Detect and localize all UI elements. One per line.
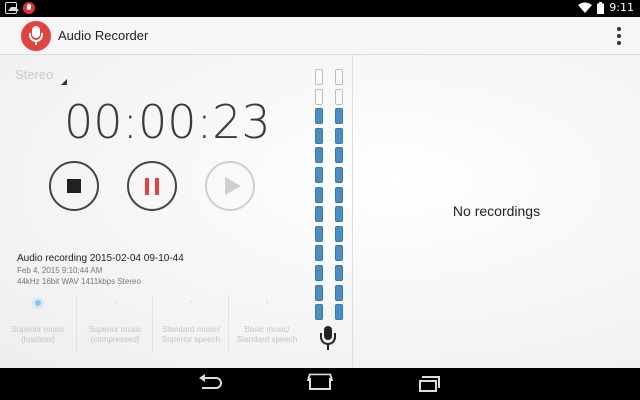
play-icon	[225, 177, 241, 195]
quality-label: Superior music	[88, 325, 142, 334]
dropdown-caret-icon[interactable]	[61, 79, 67, 85]
quality-selector: Superior music (lossless) Superior music…	[0, 295, 305, 355]
recents-icon[interactable]	[408, 372, 448, 396]
quality-option[interactable]: Standard music/ Superior speech	[152, 295, 228, 353]
quality-sublabel: (lossless)	[21, 335, 55, 344]
mode-selector[interactable]: Stereo	[15, 67, 53, 82]
recording-format: 44kHz 16bit WAV 1411kbps Stereo	[17, 277, 141, 286]
level-segment	[335, 304, 343, 321]
stop-button[interactable]	[49, 161, 99, 211]
quality-option[interactable]: Basic music/ Standard speech	[228, 295, 304, 353]
quality-sublabel: Standard speech	[236, 335, 298, 344]
home-icon[interactable]	[300, 372, 340, 396]
microphone-icon[interactable]	[319, 326, 337, 352]
status-time: 9:11	[609, 1, 634, 14]
level-segment	[315, 88, 323, 105]
level-segment	[315, 127, 323, 144]
level-segment	[315, 225, 323, 242]
level-segment	[315, 265, 323, 281]
quality-indicator	[190, 301, 192, 303]
quality-label: Basic music/	[244, 325, 290, 334]
level-segment	[335, 69, 343, 85]
quality-sublabel: Superior speech	[161, 335, 221, 344]
image-notification-icon	[5, 2, 19, 14]
level-segment	[335, 167, 343, 183]
level-segment	[315, 245, 323, 262]
quality-label: Superior music	[11, 325, 65, 334]
status-notifications	[5, 2, 35, 14]
level-segment	[315, 284, 323, 301]
quality-sublabel: (compressed)	[90, 335, 140, 344]
level-segment	[315, 69, 323, 85]
microphone-icon	[21, 21, 51, 51]
level-segment	[335, 245, 343, 262]
recording-name: Audio recording 2015-02-04 09-10-44	[17, 253, 184, 264]
quality-indicator	[266, 301, 268, 303]
level-meters	[313, 69, 353, 321]
level-segment	[315, 304, 323, 321]
recorder-panel: Stereo 00:00:23 Audio recording 2015-02-…	[0, 55, 352, 368]
pause-button[interactable]	[127, 161, 177, 211]
level-segment	[335, 284, 343, 301]
quality-option[interactable]: Superior music (compressed)	[76, 295, 152, 353]
battery-icon	[597, 1, 605, 14]
overflow-menu-icon[interactable]	[616, 27, 622, 45]
level-segment	[335, 265, 343, 281]
app-bar: Audio Recorder	[0, 17, 640, 55]
back-icon[interactable]	[192, 372, 232, 396]
wifi-icon	[578, 2, 593, 13]
empty-recordings-message: No recordings	[452, 203, 541, 219]
recording-date: Feb 4, 2015 9:10:44 AM	[17, 266, 103, 275]
quality-indicator	[32, 297, 44, 309]
status-system: 9:11	[578, 1, 634, 14]
pause-icon	[145, 178, 149, 195]
level-segment	[335, 108, 343, 125]
level-segment	[315, 147, 323, 164]
level-segment	[335, 147, 343, 164]
stop-icon	[67, 179, 81, 193]
app-title: Audio Recorder	[58, 28, 149, 43]
level-segment	[315, 167, 323, 183]
level-segment	[315, 108, 323, 125]
elapsed-timer: 00:00:23	[64, 95, 271, 149]
main-content: Stereo 00:00:23 Audio recording 2015-02-…	[0, 55, 640, 368]
quality-label: Standard music/	[162, 325, 220, 334]
level-segment	[335, 186, 343, 203]
level-segment	[335, 206, 343, 223]
level-segment	[315, 206, 323, 223]
level-segment	[335, 225, 343, 242]
level-segment	[335, 127, 343, 144]
navigation-bar	[0, 368, 640, 400]
recorder-notification-icon	[23, 2, 35, 14]
status-bar: 9:11	[0, 0, 640, 17]
level-segment	[315, 186, 323, 203]
quality-option[interactable]: Superior music (lossless)	[0, 295, 76, 353]
quality-indicator	[114, 301, 116, 303]
play-button[interactable]	[205, 161, 255, 211]
level-segment	[335, 88, 343, 105]
